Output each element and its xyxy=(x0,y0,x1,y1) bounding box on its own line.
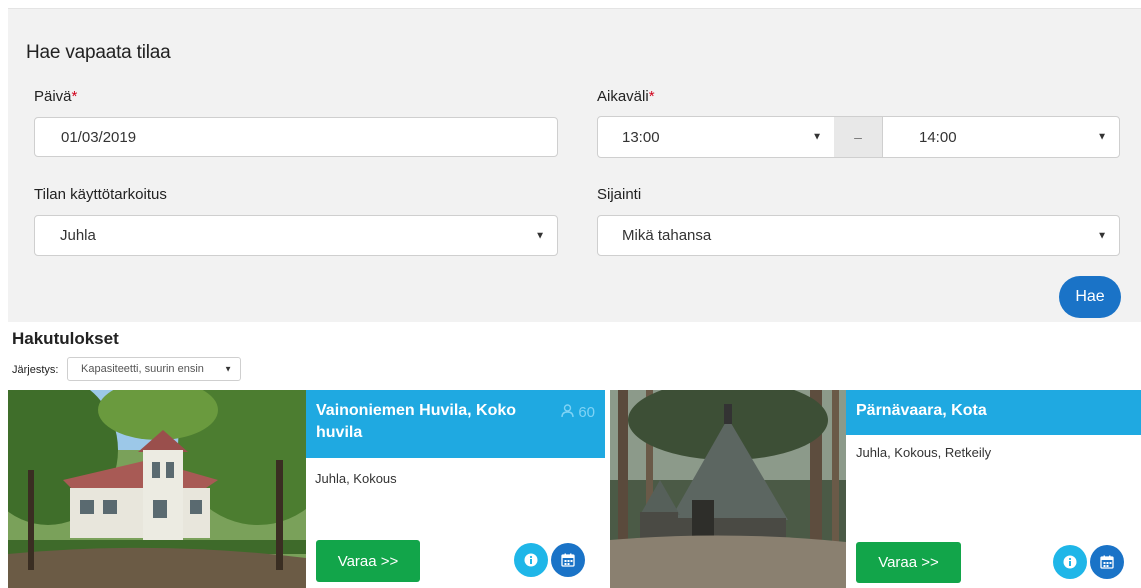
search-title: Hae vapaata tilaa xyxy=(26,42,171,63)
time-to-value: 14:00 xyxy=(919,128,957,146)
date-label: Päivä* xyxy=(34,88,77,105)
card-title-kota[interactable]: Pärnävaara, Kota xyxy=(846,390,1141,435)
required-mark: * xyxy=(71,88,78,105)
caret-down-icon: ▼ xyxy=(1097,131,1107,143)
info-icon xyxy=(524,553,538,567)
card-title-text: Vainoniemen Huvila, Koko huvila xyxy=(316,402,517,441)
kota-photo-illustration xyxy=(610,390,846,588)
timerange-label-text: Aikaväli xyxy=(597,88,649,105)
person-icon xyxy=(561,404,574,418)
card-title-villa[interactable]: Vainoniemen Huvila, Koko huvila 60 xyxy=(306,390,605,458)
purpose-value: Juhla xyxy=(60,227,96,244)
caret-down-icon: ▼ xyxy=(224,364,232,374)
location-label: Sijainti xyxy=(597,186,642,203)
purpose-select[interactable]: Juhla ▼ xyxy=(34,215,558,256)
capacity: 60 xyxy=(561,402,595,424)
capacity-value: 60 xyxy=(578,404,595,421)
sort-value: Kapasiteetti, suurin ensin xyxy=(81,363,204,375)
info-button[interactable] xyxy=(1053,545,1087,579)
date-input-value: 01/03/2019 xyxy=(61,128,137,146)
results-title: Hakutulokset xyxy=(12,329,119,348)
search-button[interactable]: Hae xyxy=(1059,276,1121,318)
book-button[interactable]: Varaa >> xyxy=(316,540,420,582)
date-input[interactable]: 01/03/2019 xyxy=(34,117,558,157)
sort-select[interactable]: Kapasiteetti, suurin ensin ▼ xyxy=(67,357,241,381)
info-icon xyxy=(1063,555,1077,569)
calendar-button[interactable] xyxy=(551,543,585,577)
search-panel xyxy=(8,8,1141,322)
date-label-text: Päivä xyxy=(34,88,72,105)
location-select[interactable]: Mikä tahansa ▼ xyxy=(597,215,1120,256)
time-separator: – xyxy=(834,116,882,158)
info-button[interactable] xyxy=(514,543,548,577)
caret-down-icon: ▼ xyxy=(535,230,545,241)
time-from-value: 13:00 xyxy=(622,128,660,146)
book-button[interactable]: Varaa >> xyxy=(856,542,961,583)
timerange-label: Aikaväli* xyxy=(597,88,655,105)
caret-down-icon: ▼ xyxy=(1097,230,1107,241)
caret-down-icon: ▼ xyxy=(812,131,822,143)
card-tags: Juhla, Kokous, Retkeily xyxy=(856,445,992,460)
time-from-select[interactable]: 13:00 ▼ xyxy=(597,116,835,158)
kota-photo[interactable] xyxy=(610,390,846,588)
calendar-icon xyxy=(561,553,575,567)
purpose-label: Tilan käyttötarkoitus xyxy=(34,186,167,203)
location-value: Mikä tahansa xyxy=(622,227,712,244)
card-title-text: Pärnävaara, Kota xyxy=(856,402,987,419)
required-mark: * xyxy=(648,88,655,105)
time-to-select[interactable]: 14:00 ▼ xyxy=(882,116,1120,158)
villa-photo-illustration xyxy=(8,390,306,588)
calendar-button[interactable] xyxy=(1090,545,1124,579)
card-tags: Juhla, Kokous xyxy=(315,471,397,486)
villa-photo[interactable] xyxy=(8,390,306,588)
sort-label: Järjestys: xyxy=(12,364,59,376)
calendar-icon xyxy=(1100,555,1114,569)
